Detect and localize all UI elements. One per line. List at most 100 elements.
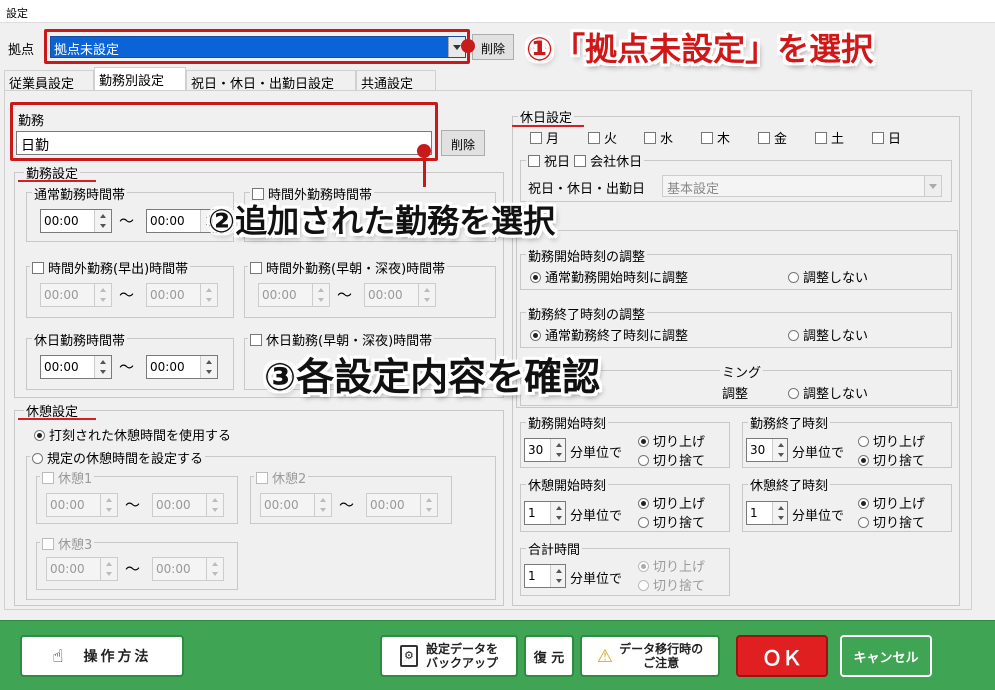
day-tue-checkbox[interactable] (588, 132, 600, 144)
adjust-start-option-none[interactable]: 調整しない (788, 267, 868, 286)
break-option-fixed-radio[interactable] (32, 453, 43, 464)
adjust-end-option-none[interactable]: 調整しない (788, 325, 868, 344)
break2-from[interactable]: 00:00 (260, 493, 332, 517)
break2-to[interactable]: 00:00 (366, 493, 438, 517)
adjust-end-radio-none[interactable] (788, 330, 799, 341)
backup-button[interactable]: ⚙ 設定データを バックアップ (380, 635, 518, 677)
day-sun[interactable]: 日 (872, 128, 901, 147)
chevron-down-icon[interactable] (924, 176, 941, 196)
break2-checkbox[interactable] (256, 472, 268, 484)
round-work-end-up[interactable]: 切り上げ (858, 431, 925, 450)
round-total-input[interactable]: 1 (524, 564, 566, 588)
break3-from[interactable]: 00:00 (46, 557, 118, 581)
national-holiday-option[interactable]: 祝日 会社休日 (526, 151, 645, 170)
break-option-fixed[interactable]: 規定の休憩時間を設定する (30, 448, 206, 467)
company-holiday-checkbox[interactable] (574, 155, 587, 167)
adjust-end-radio-normal[interactable] (530, 330, 541, 341)
day-wed-checkbox[interactable] (644, 132, 656, 144)
tab-holiday-settings[interactable]: 祝日・休日・出勤日設定 (186, 70, 356, 92)
round-total-up-radio[interactable] (638, 561, 649, 572)
national-holiday-checkbox[interactable] (528, 155, 540, 167)
adjust-start-radio-normal[interactable] (530, 272, 541, 283)
day-sat[interactable]: 土 (815, 128, 844, 147)
round-work-end-down[interactable]: 切り捨て (858, 450, 925, 469)
adjust-end-option-normal[interactable]: 通常勤務終了時刻に調整 (530, 325, 688, 344)
round-total-down[interactable]: 切り捨て (638, 575, 705, 594)
round-work-start-down[interactable]: 切り捨て (638, 450, 705, 469)
adjust-start-option-normal[interactable]: 通常勤務開始時刻に調整 (530, 267, 688, 286)
round-break-end-down-radio[interactable] (858, 517, 869, 528)
location-delete-button[interactable]: 削除 (472, 34, 514, 60)
round-work-start-up-radio[interactable] (638, 436, 649, 447)
round-total-up[interactable]: 切り上げ (638, 556, 705, 575)
round-work-start-up[interactable]: 切り上げ (638, 431, 705, 450)
break1-to[interactable]: 00:00 (152, 493, 224, 517)
ok-button[interactable]: ＯＫ (736, 635, 828, 677)
migration-notice-button[interactable]: ⚠ データ移行時の ご注意 (580, 635, 720, 677)
round-work-end-up-radio[interactable] (858, 436, 869, 447)
early-overtime-to[interactable]: 00:00 (146, 283, 218, 307)
shift-delete-button[interactable]: 削除 (441, 130, 485, 156)
tab-shift-settings[interactable]: 勤務別設定 (94, 67, 186, 91)
break3-checkbox[interactable] (42, 538, 54, 550)
late-overtime-to[interactable]: 00:00 (364, 283, 436, 307)
adjust-timing-radio-none[interactable] (788, 388, 799, 399)
break1-checkbox[interactable] (42, 472, 54, 484)
normal-work-from[interactable]: 00:00 (40, 209, 112, 233)
early-overtime-label: 時間外勤務(早出)時間帯 (30, 258, 191, 277)
late-overtime-from[interactable]: 00:00 (258, 283, 330, 307)
day-sun-checkbox[interactable] (872, 132, 884, 144)
round-work-end-input[interactable]: 30 (746, 438, 788, 462)
howto-button[interactable]: ☝ 操作方法 (20, 635, 184, 677)
early-overtime-checkbox[interactable] (32, 262, 44, 274)
day-fri-checkbox[interactable] (758, 132, 770, 144)
day-wed[interactable]: 水 (644, 128, 673, 147)
break1-from[interactable]: 00:00 (46, 493, 118, 517)
holiday-work-to[interactable]: 00:00 (146, 355, 218, 379)
break3-to[interactable]: 00:00 (152, 557, 224, 581)
holiday-work-from[interactable]: 00:00 (40, 355, 112, 379)
round-work-end-down-radio[interactable] (858, 455, 869, 466)
unit-suffix: 分単位で (570, 572, 623, 587)
underline-holiday-settings (512, 125, 584, 127)
early-overtime-from[interactable]: 00:00 (40, 283, 112, 307)
round-break-start-down-radio[interactable] (638, 517, 649, 528)
day-tue[interactable]: 火 (588, 128, 617, 147)
restore-button[interactable]: 復 元 (524, 635, 574, 677)
break-option-punched-radio[interactable] (34, 430, 45, 441)
round-work-start-down-radio[interactable] (638, 455, 649, 466)
round-break-end-up-radio[interactable] (858, 498, 869, 509)
day-thu-checkbox[interactable] (701, 132, 713, 144)
round-break-start-up-radio[interactable] (638, 498, 649, 509)
break-option-punched[interactable]: 打刻された休憩時間を使用する (34, 425, 231, 444)
round-break-end-up[interactable]: 切り上げ (858, 493, 925, 512)
underline-work-settings (18, 180, 96, 182)
holiday-late-checkbox[interactable] (250, 334, 262, 346)
day-fri[interactable]: 金 (758, 128, 787, 147)
adjust-timing-option-none[interactable]: 調整しない (788, 383, 868, 402)
round-total-down-radio[interactable] (638, 580, 649, 591)
tab-employee-settings[interactable]: 従業員設定 (4, 70, 94, 92)
day-mon-checkbox[interactable] (530, 132, 542, 144)
late-overtime-checkbox[interactable] (250, 262, 262, 274)
highlight-location (44, 29, 470, 64)
callout-step2: ②追加された勤務を選択 (208, 202, 556, 240)
tilde: ～ (119, 212, 135, 230)
round-work-start-input[interactable]: 30 (524, 438, 566, 462)
round-break-start-up[interactable]: 切り上げ (638, 493, 705, 512)
adjust-start-radio-none[interactable] (788, 272, 799, 283)
round-break-end-down[interactable]: 切り捨て (858, 512, 925, 531)
adjust-timing-option-1[interactable]: 調整 (722, 383, 748, 402)
title-divider (0, 22, 995, 23)
holiday-combo-select[interactable]: 基本設定 (662, 175, 942, 197)
cancel-button[interactable]: キャンセル (840, 635, 932, 677)
tab-common-settings[interactable]: 共通設定 (356, 70, 436, 92)
round-break-start-down[interactable]: 切り捨て (638, 512, 705, 531)
callout-step1: ①「拠点未設定」を選択 (526, 30, 874, 68)
round-break-end-input[interactable]: 1 (746, 501, 788, 525)
round-break-start-input[interactable]: 1 (524, 501, 566, 525)
day-thu[interactable]: 木 (701, 128, 730, 147)
day-sat-checkbox[interactable] (815, 132, 827, 144)
underline-break-settings (18, 418, 96, 420)
day-mon[interactable]: 月 (530, 128, 559, 147)
